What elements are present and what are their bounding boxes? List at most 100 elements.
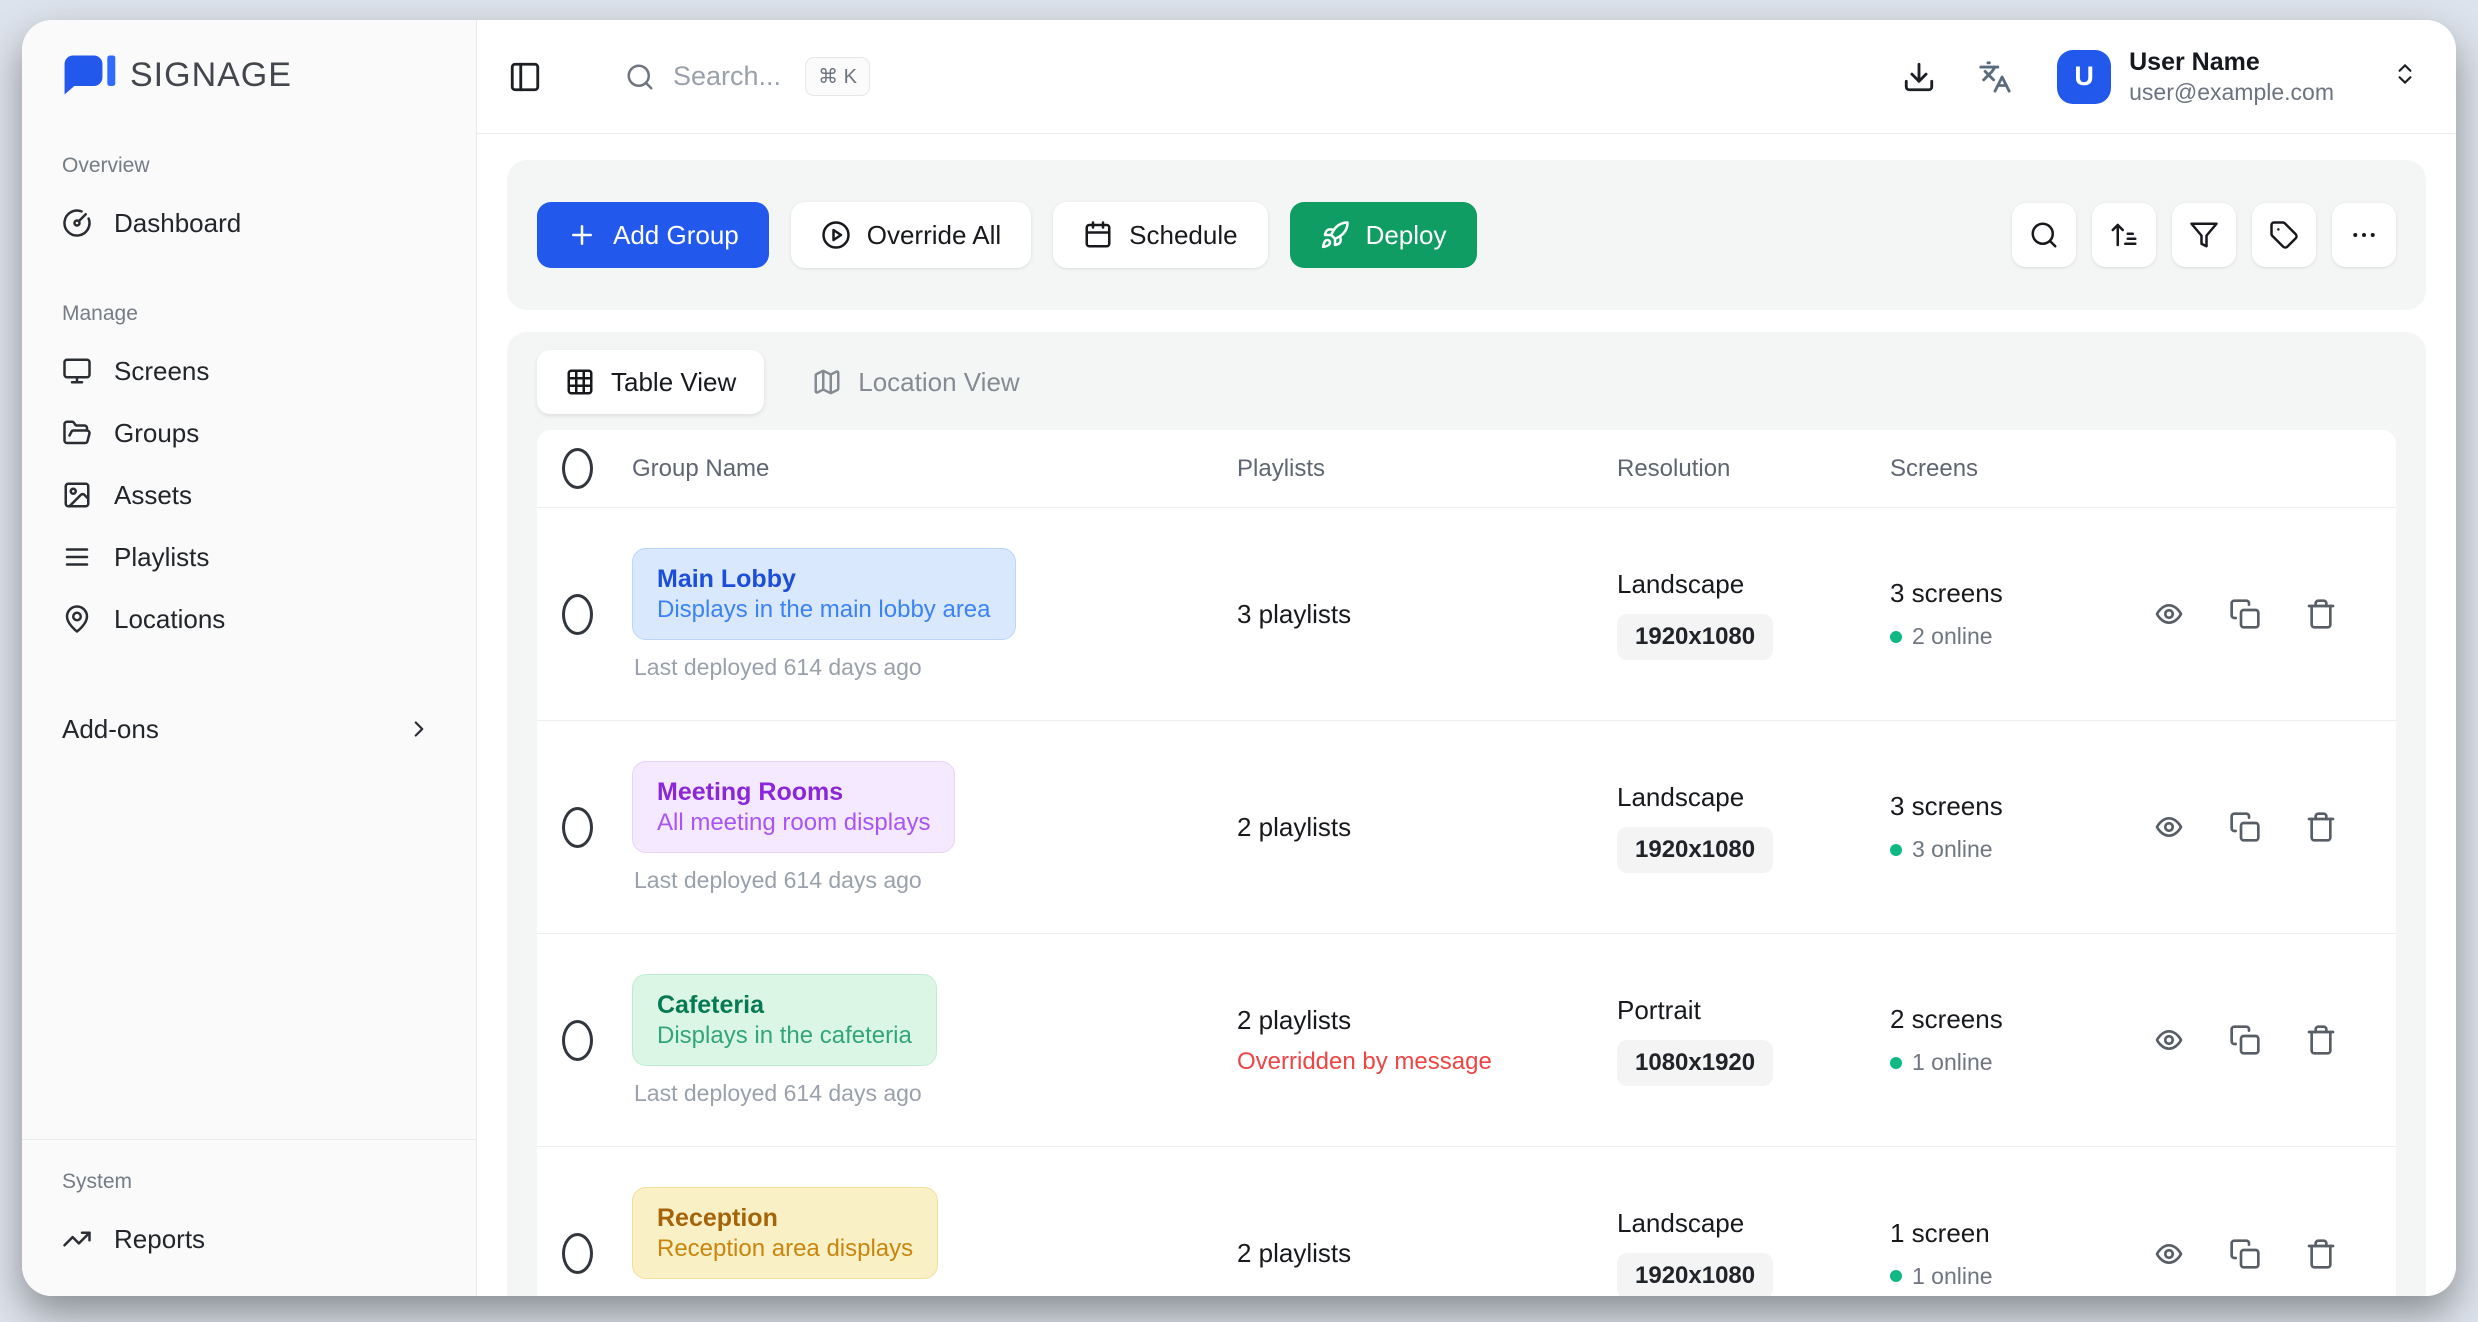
playlists-count: 2 playlists bbox=[1237, 812, 1617, 843]
copy-icon bbox=[2229, 1024, 2261, 1056]
language-button[interactable] bbox=[1975, 57, 2015, 97]
view-button[interactable] bbox=[2152, 1237, 2186, 1271]
sidebar-section-manage: Manage Screens Groups Assets Playlists L… bbox=[58, 302, 440, 650]
eye-icon bbox=[2153, 1238, 2185, 1270]
sidebar-item-assets[interactable]: Assets bbox=[58, 464, 440, 526]
row-checkbox[interactable] bbox=[562, 1020, 593, 1061]
online-dot-icon bbox=[1890, 1057, 1902, 1069]
user-menu[interactable]: U User Name user@example.com bbox=[2057, 47, 2418, 107]
sidebar-section-overview: Overview Dashboard bbox=[58, 154, 440, 254]
main-area: Search... ⌘ K U User Name user@example.c… bbox=[477, 20, 2456, 1296]
group-name: Meeting Rooms bbox=[657, 776, 930, 808]
ellipsis-icon bbox=[2349, 220, 2379, 250]
trash-icon bbox=[2305, 811, 2337, 843]
orientation-label: Landscape bbox=[1617, 782, 1890, 813]
delete-button[interactable] bbox=[2304, 810, 2338, 844]
screens-count: 3 screens bbox=[1890, 578, 2140, 609]
online-dot-icon bbox=[1890, 631, 1902, 643]
sidebar-item-locations[interactable]: Locations bbox=[58, 588, 440, 650]
select-all-checkbox[interactable] bbox=[562, 448, 593, 489]
delete-button[interactable] bbox=[2304, 1237, 2338, 1271]
sidebar-item-groups[interactable]: Groups bbox=[58, 402, 440, 464]
group-badge[interactable]: Meeting Rooms All meeting room displays bbox=[632, 761, 955, 853]
play-circle-icon bbox=[821, 220, 851, 250]
table-row: Main Lobby Displays in the main lobby ar… bbox=[537, 508, 2396, 721]
view-tabs: Table View Location View bbox=[537, 350, 2396, 414]
table-row: Reception Reception area displays Last d… bbox=[537, 1147, 2396, 1296]
column-header-resolution: Resolution bbox=[1617, 455, 1890, 483]
row-checkbox[interactable] bbox=[562, 594, 593, 635]
filter-button[interactable] bbox=[2172, 203, 2236, 267]
duplicate-button[interactable] bbox=[2228, 597, 2262, 631]
section-label: Manage bbox=[58, 302, 440, 326]
map-icon bbox=[812, 367, 842, 397]
download-button[interactable] bbox=[1899, 57, 1939, 97]
sidebar-item-label: Dashboard bbox=[114, 208, 241, 239]
orientation-label: Landscape bbox=[1617, 1208, 1890, 1239]
group-badge[interactable]: Main Lobby Displays in the main lobby ar… bbox=[632, 548, 1016, 640]
playlists-count: 3 playlists bbox=[1237, 599, 1617, 630]
avatar: U bbox=[2057, 50, 2111, 104]
user-email: user@example.com bbox=[2129, 78, 2334, 107]
folder-open-icon bbox=[62, 418, 92, 448]
resolution-badge: 1920x1080 bbox=[1617, 614, 1773, 660]
row-checkbox[interactable] bbox=[562, 807, 593, 848]
sort-button[interactable] bbox=[2092, 203, 2156, 267]
add-group-label: Add Group bbox=[613, 220, 739, 251]
sort-ascending-icon bbox=[2109, 220, 2139, 250]
toolbar: Add Group Override All Schedule Deploy bbox=[507, 160, 2426, 310]
sidebar-item-label: Playlists bbox=[114, 542, 209, 573]
sidebar-section-system: System Reports bbox=[22, 1139, 476, 1296]
deploy-button[interactable]: Deploy bbox=[1290, 202, 1477, 268]
online-dot-icon bbox=[1890, 844, 1902, 856]
sidebar-item-screens[interactable]: Screens bbox=[58, 340, 440, 402]
tab-location-view[interactable]: Location View bbox=[784, 350, 1047, 414]
groups-table: Group Name Playlists Resolution Screens … bbox=[537, 430, 2396, 1296]
resolution-badge: 1920x1080 bbox=[1617, 1253, 1773, 1296]
playlists-override-note: Overridden by message bbox=[1237, 1048, 1617, 1076]
table-icon bbox=[565, 367, 595, 397]
brand-logo: SIGNAGE bbox=[58, 44, 440, 106]
online-status: 2 online bbox=[1890, 623, 2140, 650]
schedule-label: Schedule bbox=[1129, 220, 1237, 251]
table-search-button[interactable] bbox=[2012, 203, 2076, 267]
table-row: Cafeteria Displays in the cafeteria Last… bbox=[537, 934, 2396, 1147]
screens-count: 2 screens bbox=[1890, 1004, 2140, 1035]
delete-button[interactable] bbox=[2304, 1023, 2338, 1057]
group-description: Reception area displays bbox=[657, 1234, 913, 1264]
view-button[interactable] bbox=[2152, 597, 2186, 631]
user-name: User Name bbox=[2129, 47, 2334, 78]
section-label: System bbox=[58, 1170, 440, 1194]
duplicate-button[interactable] bbox=[2228, 1023, 2262, 1057]
duplicate-button[interactable] bbox=[2228, 1237, 2262, 1271]
trending-up-icon bbox=[62, 1224, 92, 1254]
sidebar-item-reports[interactable]: Reports bbox=[58, 1208, 440, 1270]
row-checkbox[interactable] bbox=[562, 1233, 593, 1274]
topbar-actions: U User Name user@example.com bbox=[1899, 47, 2418, 107]
last-deployed-text: Last deployed 614 days ago bbox=[632, 654, 1237, 681]
view-button[interactable] bbox=[2152, 1023, 2186, 1057]
group-badge[interactable]: Cafeteria Displays in the cafeteria bbox=[632, 974, 937, 1066]
rocket-icon bbox=[1320, 220, 1350, 250]
add-group-button[interactable]: Add Group bbox=[537, 202, 769, 268]
playlists-count: 2 playlists bbox=[1237, 1238, 1617, 1269]
resolution-badge: 1920x1080 bbox=[1617, 827, 1773, 873]
tags-button[interactable] bbox=[2252, 203, 2316, 267]
sidebar-item-dashboard[interactable]: Dashboard bbox=[58, 192, 440, 254]
schedule-button[interactable]: Schedule bbox=[1053, 202, 1267, 268]
online-status: 1 online bbox=[1890, 1049, 2140, 1076]
delete-button[interactable] bbox=[2304, 597, 2338, 631]
view-button[interactable] bbox=[2152, 810, 2186, 844]
sidebar-item-addons[interactable]: Add-ons bbox=[58, 698, 440, 760]
override-all-label: Override All bbox=[867, 220, 1001, 251]
sidebar-toggle-button[interactable] bbox=[507, 59, 543, 95]
duplicate-button[interactable] bbox=[2228, 810, 2262, 844]
tab-label: Table View bbox=[611, 367, 736, 398]
copy-icon bbox=[2229, 598, 2261, 630]
tab-table-view[interactable]: Table View bbox=[537, 350, 764, 414]
more-button[interactable] bbox=[2332, 203, 2396, 267]
global-search[interactable]: Search... ⌘ K bbox=[625, 57, 870, 96]
sidebar-item-playlists[interactable]: Playlists bbox=[58, 526, 440, 588]
override-all-button[interactable]: Override All bbox=[791, 202, 1031, 268]
group-badge[interactable]: Reception Reception area displays bbox=[632, 1187, 938, 1279]
